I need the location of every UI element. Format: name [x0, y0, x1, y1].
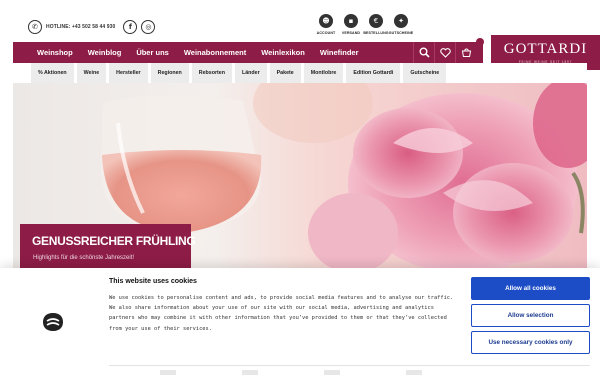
cookiebot-logo-icon [43, 313, 63, 331]
cookie-category-toggle[interactable] [242, 370, 258, 375]
main-nav-items: Weinshop Weinblog Über uns Weinabonnemen… [37, 42, 359, 63]
cart-button[interactable] [455, 42, 476, 63]
cookie-divider [109, 365, 590, 366]
subnav-item-pakete[interactable]: Pakete [269, 63, 301, 83]
shipping-label: VERSAND [341, 31, 361, 35]
subnav-item-aktionen[interactable]: % Aktionen [31, 63, 74, 83]
phone-icon[interactable]: ✆ [28, 20, 42, 34]
gift-icon: ✦ [394, 14, 408, 28]
account-icon: ☻ [319, 14, 333, 28]
cookie-title: This website uses cookies [109, 278, 197, 285]
necessary-cookies-only-button[interactable]: Use necessary cookies only [471, 331, 590, 354]
subnav-item-montlobre[interactable]: Montlobre [303, 63, 344, 83]
subnav-item-rebsorten[interactable]: Rebsorten [191, 63, 232, 83]
nav-item-weinblog[interactable]: Weinblog [88, 48, 122, 57]
search-button[interactable] [413, 42, 434, 63]
subnav-item-laender[interactable]: Länder [234, 63, 267, 83]
hotline-group: ✆ HOTLINE: +43 502 58 44 930 f ◎ [28, 20, 156, 34]
cookie-category-toggles [160, 370, 422, 375]
search-icon [419, 47, 430, 58]
cart-icon [461, 48, 471, 57]
shipping-icon: ▪ [344, 14, 358, 28]
sub-navigation: % Aktionen Weine Hersteller Regionen Reb… [13, 63, 587, 83]
cookie-banner: This website uses cookies We use cookies… [0, 268, 600, 375]
hero-subline: Highlights für die schönste Jahreszeit! [33, 255, 135, 261]
hero-promo-box[interactable]: GENUSSREICHER FRÜHLING Highlights für di… [20, 224, 196, 268]
main-navigation: Weinshop Weinblog Über uns Weinabonnemen… [13, 42, 483, 63]
facebook-icon[interactable]: f [123, 20, 138, 34]
subnav-item-regionen[interactable]: Regionen [150, 63, 189, 83]
nav-item-weinlexikon[interactable]: Weinlexikon [261, 48, 305, 57]
hotline-label[interactable]: HOTLINE: +43 502 58 44 930 [46, 24, 115, 30]
account-label: ACCOUNT [316, 31, 336, 35]
nav-item-weinshop[interactable]: Weinshop [37, 48, 73, 57]
nav-item-ueber-uns[interactable]: Über uns [136, 48, 169, 57]
sub-nav-items: % Aktionen Weine Hersteller Regionen Reb… [31, 63, 447, 83]
voucher-link[interactable]: ✦ GUTSCHEINE [385, 14, 417, 35]
cookie-category-toggle[interactable] [160, 370, 176, 375]
subnav-item-gutscheine[interactable]: Gutscheine [403, 63, 447, 83]
subnav-item-edition-gottardi[interactable]: Edition Gottardi [346, 63, 401, 83]
logo-wordmark: GOTTARDI [503, 40, 588, 57]
allow-all-cookies-button[interactable]: Allow all cookies [471, 277, 590, 300]
euro-icon: € [369, 14, 383, 28]
nav-item-winefinder[interactable]: Winefinder [320, 48, 359, 57]
wishlist-button[interactable] [434, 42, 455, 63]
cookie-category-toggle[interactable] [324, 370, 340, 375]
nav-item-weinabonnement[interactable]: Weinabonnement [184, 48, 246, 57]
voucher-label: GUTSCHEINE [388, 31, 414, 35]
cart-count-badge [476, 38, 484, 46]
hero-headline: GENUSSREICHER FRÜHLING [32, 234, 196, 248]
heart-icon [439, 47, 451, 58]
subnav-item-hersteller[interactable]: Hersteller [109, 63, 148, 83]
allow-selection-button[interactable]: Allow selection [471, 304, 590, 327]
page: ✆ HOTLINE: +43 502 58 44 930 f ◎ ☻ ACCOU… [0, 0, 600, 375]
cookie-category-toggle[interactable] [406, 370, 422, 375]
subnav-item-weine[interactable]: Weine [76, 63, 107, 83]
cookie-description: We use cookies to personalise content an… [109, 295, 454, 332]
instagram-icon[interactable]: ◎ [141, 20, 156, 34]
